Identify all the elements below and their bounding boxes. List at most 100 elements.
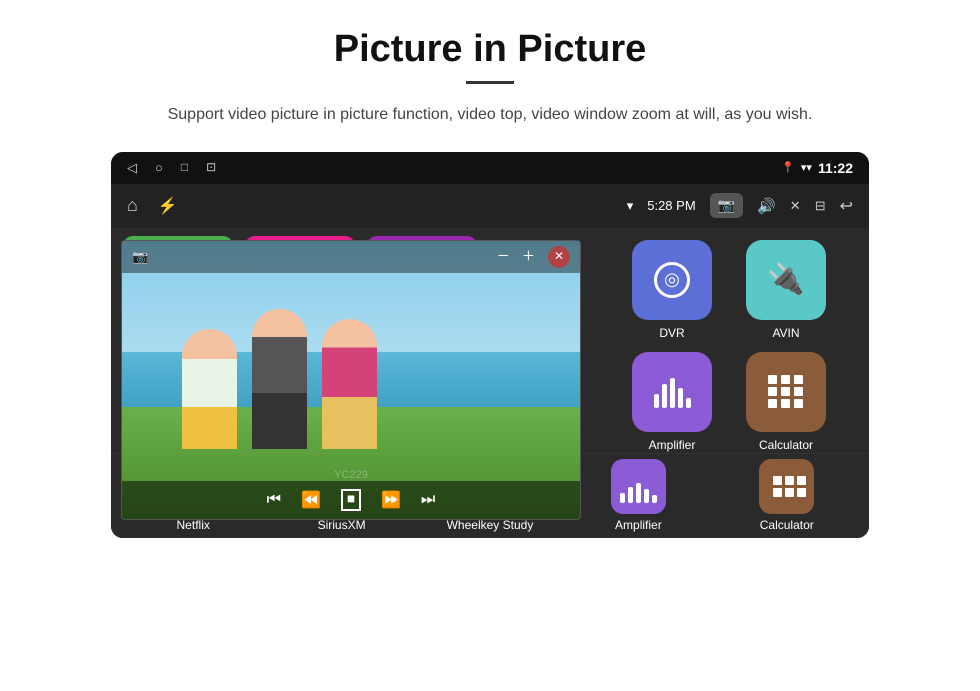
- calc-b-key-5: [785, 488, 794, 497]
- camera-button[interactable]: 📷: [710, 193, 743, 218]
- skip-fwd-icon[interactable]: ⏭: [421, 491, 435, 509]
- calc-grid-bottom: [773, 476, 801, 497]
- home-button[interactable]: ⌂: [127, 195, 138, 216]
- rewind-icon[interactable]: ⏪: [301, 490, 321, 510]
- avin-icon-bg[interactable]: 🔌: [746, 240, 826, 320]
- wheelkey-label: Wheelkey Study: [447, 518, 534, 532]
- watermark: YC229: [334, 469, 368, 481]
- netflix-label: Netflix: [177, 518, 210, 532]
- video-content: 📷 − + ✕ ⏮ ⏪ ⏹ ⏩: [122, 241, 580, 519]
- calc-key-2: [781, 375, 790, 384]
- calc-key-5: [781, 387, 790, 396]
- avin-icon-inner: 🔌: [767, 262, 804, 297]
- pip-icon[interactable]: ⊟: [815, 198, 826, 214]
- app-toolbar: ⌂ ⚡ ▾ 5:28 PM 📷 🔊 ✕ ⊟ ↩: [111, 184, 869, 228]
- calculator-bottom-icon[interactable]: [759, 459, 814, 514]
- status-bar-left: ◁ ○ □ ⊡: [127, 160, 216, 176]
- app-calculator[interactable]: Calculator: [736, 352, 836, 452]
- amp-bar-1: [654, 394, 659, 408]
- app-row-1: ◎ DVR 🔌 AVIN: [605, 240, 853, 340]
- calc-b-key-6: [797, 488, 806, 497]
- calc-key-9: [794, 399, 803, 408]
- status-bar: ◁ ○ □ ⊡ 📍 ▾▾ 11:22: [111, 152, 869, 184]
- recent-icon[interactable]: □: [181, 160, 188, 175]
- app-dvr[interactable]: ◎ DVR: [622, 240, 722, 340]
- pip-resize-controls[interactable]: − + ✕: [497, 245, 570, 268]
- amp-bar-4: [678, 388, 683, 408]
- stop-icon[interactable]: ⏹: [341, 489, 361, 511]
- wifi-signal-icon: ▾: [627, 198, 634, 214]
- calc-b-key-2: [785, 476, 794, 485]
- amp-bar-b3: [636, 483, 641, 503]
- siriusxm-label: SiriusXM: [318, 518, 366, 532]
- page-title: Picture in Picture: [334, 28, 647, 71]
- amp-bar-2: [662, 384, 667, 408]
- calculator-icon-bg[interactable]: [746, 352, 826, 432]
- calc-b-key-1: [773, 476, 782, 485]
- calc-b-key-4: [773, 488, 782, 497]
- calc-key-1: [768, 375, 777, 384]
- pip-close-icon[interactable]: ✕: [548, 246, 570, 268]
- back-icon[interactable]: ◁: [127, 160, 137, 176]
- device-frame: ◁ ○ □ ⊡ 📍 ▾▾ 11:22 ⌂ ⚡ ▾ 5:28 PM 📷 🔊: [111, 152, 869, 538]
- toolbar-time: 5:28 PM: [647, 198, 695, 213]
- pip-overlay-bar: 📷 − + ✕: [122, 241, 580, 273]
- home-circle-icon[interactable]: ○: [155, 160, 163, 176]
- amp-bar-b5: [652, 495, 657, 503]
- avin-label: AVIN: [772, 326, 799, 340]
- bottom-app-amplifier[interactable]: Amplifier: [578, 459, 698, 532]
- amp-bar-b4: [644, 489, 649, 503]
- calc-b-key-3: [797, 476, 806, 485]
- volume-icon[interactable]: 🔊: [757, 197, 776, 215]
- pip-expand-icon[interactable]: +: [523, 245, 534, 268]
- forward-icon[interactable]: ⏩: [381, 490, 401, 510]
- skip-back-icon[interactable]: ⏮: [267, 491, 281, 509]
- pip-playback-controls[interactable]: ⏮ ⏪ ⏹ ⏩ ⏭: [122, 481, 580, 519]
- bottom-app-calculator[interactable]: Calculator: [727, 459, 847, 532]
- toolbar-right: ▾ 5:28 PM 📷 🔊 ✕ ⊟ ↩: [627, 193, 853, 218]
- status-bar-right: 📍 ▾▾ 11:22: [781, 160, 853, 176]
- title-divider: [466, 81, 514, 84]
- wifi-icon: ▾▾: [801, 161, 812, 174]
- calc-key-3: [794, 375, 803, 384]
- calc-key-4: [768, 387, 777, 396]
- amp-bar-b1: [620, 493, 625, 503]
- dvr-icon-inner: ◎: [654, 262, 690, 298]
- calc-key-8: [781, 399, 790, 408]
- pip-shrink-icon[interactable]: −: [497, 245, 508, 268]
- calculator-keys: [768, 375, 804, 408]
- toolbar-left: ⌂ ⚡: [127, 195, 178, 216]
- app-row-2: Amplifier: [605, 352, 853, 452]
- person-3: [322, 319, 377, 449]
- amp-bars-icon: [654, 376, 691, 408]
- person-1: [182, 329, 237, 449]
- pip-video-window[interactable]: 📷 − + ✕ ⏮ ⏪ ⏹ ⏩: [121, 240, 581, 520]
- amplifier-icon-bg[interactable]: [632, 352, 712, 432]
- calc-key-6: [794, 387, 803, 396]
- dvr-icon-bg[interactable]: ◎: [632, 240, 712, 320]
- amp-bar-b2: [628, 487, 633, 503]
- back-nav-icon[interactable]: ↩: [840, 196, 853, 216]
- person-2: [252, 309, 307, 449]
- dvr-circle: ◎: [654, 262, 690, 298]
- status-time: 11:22: [818, 160, 853, 176]
- pip-camera-icon: 📷: [132, 249, 148, 265]
- app-avin[interactable]: 🔌 AVIN: [736, 240, 836, 340]
- calculator-bottom-label: Calculator: [760, 518, 814, 532]
- amplifier-bottom-label: Amplifier: [615, 518, 662, 532]
- amplifier-label: Amplifier: [649, 438, 696, 452]
- amplifier-bottom-icon[interactable]: [611, 459, 666, 514]
- amp-bars-bottom: [620, 471, 657, 503]
- close-icon[interactable]: ✕: [790, 198, 801, 214]
- avin-plug-symbol: 🔌: [767, 262, 804, 297]
- calculator-label: Calculator: [759, 438, 813, 452]
- page-subtitle: Support video picture in picture functio…: [168, 102, 813, 128]
- location-icon: 📍: [781, 161, 795, 174]
- amp-bar-3: [670, 378, 675, 408]
- pip-left-area: 📷 − + ✕ ⏮ ⏪ ⏹ ⏩: [111, 228, 589, 538]
- dvr-label: DVR: [659, 326, 684, 340]
- screenshot-icon[interactable]: ⊡: [206, 160, 216, 175]
- usb-icon: ⚡: [158, 196, 178, 216]
- calc-key-7: [768, 399, 777, 408]
- app-amplifier[interactable]: Amplifier: [622, 352, 722, 452]
